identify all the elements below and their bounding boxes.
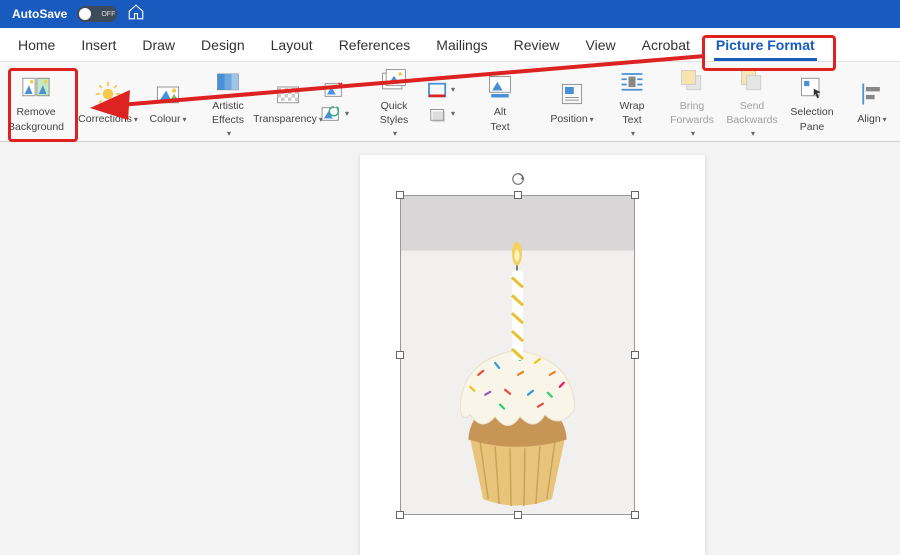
tab-picture-format[interactable]: Picture Format: [704, 31, 827, 59]
chevron-down-icon: ▾: [451, 109, 455, 118]
resize-handle-mr[interactable]: [631, 351, 639, 359]
remove-background-button[interactable]: Remove Background: [8, 66, 64, 136]
quick-styles-button[interactable]: Quick Styles ▾: [366, 60, 422, 142]
chevron-down-icon: ▾: [345, 109, 349, 118]
corrections-label: Corrections: [78, 113, 132, 125]
document-canvas[interactable]: [360, 155, 705, 555]
send-backwards-button[interactable]: Send Backwards ▾: [724, 60, 780, 142]
chevron-down-icon: ▾: [883, 115, 887, 124]
chevron-down-icon: ▾: [393, 129, 397, 138]
photo-content: [401, 196, 634, 514]
tab-insert[interactable]: Insert: [69, 31, 128, 59]
chevron-down-icon: ▾: [227, 129, 231, 138]
picture-border-button[interactable]: ▾: [426, 79, 456, 101]
resize-handle-tm[interactable]: [514, 191, 522, 199]
chevron-down-icon: ▾: [751, 129, 755, 138]
remove-background-label2: Background: [8, 121, 64, 133]
quick-styles-label1: Quick: [381, 100, 408, 112]
autosave-toggle[interactable]: OFF: [77, 6, 117, 22]
tab-view[interactable]: View: [574, 31, 628, 59]
bring-forwards-button[interactable]: Bring Forwards ▾: [664, 60, 720, 142]
position-label: Position: [550, 113, 587, 125]
bring-forwards-label1: Bring: [680, 100, 705, 112]
wrap-text-label2: Text: [622, 114, 641, 126]
resize-handle-tr[interactable]: [631, 191, 639, 199]
tab-bar: Home Insert Draw Design Layout Reference…: [0, 28, 900, 62]
tab-layout[interactable]: Layout: [259, 31, 325, 59]
chevron-down-icon: ▾: [590, 115, 594, 124]
artistic-effects-button[interactable]: Artistic Effects ▾: [200, 60, 256, 142]
corrections-button[interactable]: Corrections▾: [80, 73, 136, 129]
reset-picture-button[interactable]: ▾: [320, 103, 350, 125]
tab-home[interactable]: Home: [6, 31, 67, 59]
tab-mailings[interactable]: Mailings: [424, 31, 499, 59]
align-button[interactable]: Align▾: [844, 73, 900, 129]
chevron-down-icon: ▾: [691, 129, 695, 138]
resize-handle-tl[interactable]: [396, 191, 404, 199]
tab-design[interactable]: Design: [189, 31, 257, 59]
chevron-down-icon: ▾: [451, 85, 455, 94]
transparency-icon: [271, 77, 305, 111]
alt-text-label2: Text: [490, 121, 509, 133]
artistic-effects-label1: Artistic: [212, 100, 244, 112]
picture-effects-button[interactable]: ▾: [426, 103, 456, 125]
remove-background-icon: [19, 70, 53, 104]
transparency-button[interactable]: Transparency▾: [260, 73, 316, 129]
compress-reset-column: ▾: [320, 79, 350, 125]
selection-pane-icon: [795, 70, 829, 104]
selected-image[interactable]: [400, 195, 635, 515]
bring-forwards-label2: Forwards: [670, 114, 714, 126]
corrections-icon: [91, 77, 125, 111]
selection-pane-label1: Selection: [790, 106, 833, 118]
alt-text-icon: [483, 70, 517, 104]
colour-icon: [151, 77, 185, 111]
colour-label: Colour: [150, 113, 181, 125]
wrap-text-label1: Wrap: [620, 100, 645, 112]
wrap-text-icon: [615, 64, 649, 98]
autosave-label: AutoSave: [12, 7, 67, 21]
artistic-effects-label2: Effects: [212, 114, 244, 126]
compress-pictures-button[interactable]: [320, 79, 350, 101]
resize-handle-br[interactable]: [631, 511, 639, 519]
position-button[interactable]: Position▾: [544, 73, 600, 129]
titlebar: AutoSave OFF: [0, 0, 900, 28]
alt-text-label1: Alt: [494, 106, 506, 118]
selection-pane-label2: Pane: [800, 121, 825, 133]
transparency-label: Transparency: [253, 113, 317, 125]
home-icon[interactable]: [127, 3, 145, 26]
send-backwards-icon: [735, 64, 769, 98]
chevron-down-icon: ▾: [134, 115, 138, 124]
remove-background-label1: Remove: [16, 106, 55, 118]
quick-styles-label2: Styles: [380, 114, 409, 126]
artistic-effects-icon: [211, 64, 245, 98]
colour-button[interactable]: Colour▾: [140, 73, 196, 129]
tab-draw[interactable]: Draw: [130, 31, 187, 59]
wrap-text-button[interactable]: Wrap Text ▾: [604, 60, 660, 142]
send-backwards-label1: Send: [740, 100, 765, 112]
ribbon: Remove Background Corrections▾ Colour▾ A…: [0, 62, 900, 142]
tab-review[interactable]: Review: [502, 31, 572, 59]
rotate-handle[interactable]: [511, 172, 525, 186]
send-backwards-label2: Backwards: [726, 114, 777, 126]
chevron-down-icon: ▾: [182, 115, 186, 124]
tab-acrobat[interactable]: Acrobat: [630, 31, 702, 59]
resize-handle-bm[interactable]: [514, 511, 522, 519]
border-effects-column: ▾ ▾: [426, 79, 456, 125]
alt-text-button[interactable]: Alt Text: [472, 66, 528, 136]
chevron-down-icon: ▾: [631, 129, 635, 138]
position-icon: [555, 77, 589, 111]
selection-pane-button[interactable]: Selection Pane: [784, 66, 840, 136]
quick-styles-icon: [377, 64, 411, 98]
resize-handle-bl[interactable]: [396, 511, 404, 519]
bring-forwards-icon: [675, 64, 709, 98]
align-icon: [855, 77, 889, 111]
resize-handle-ml[interactable]: [396, 351, 404, 359]
tab-references[interactable]: References: [327, 31, 423, 59]
align-label: Align: [857, 113, 880, 125]
